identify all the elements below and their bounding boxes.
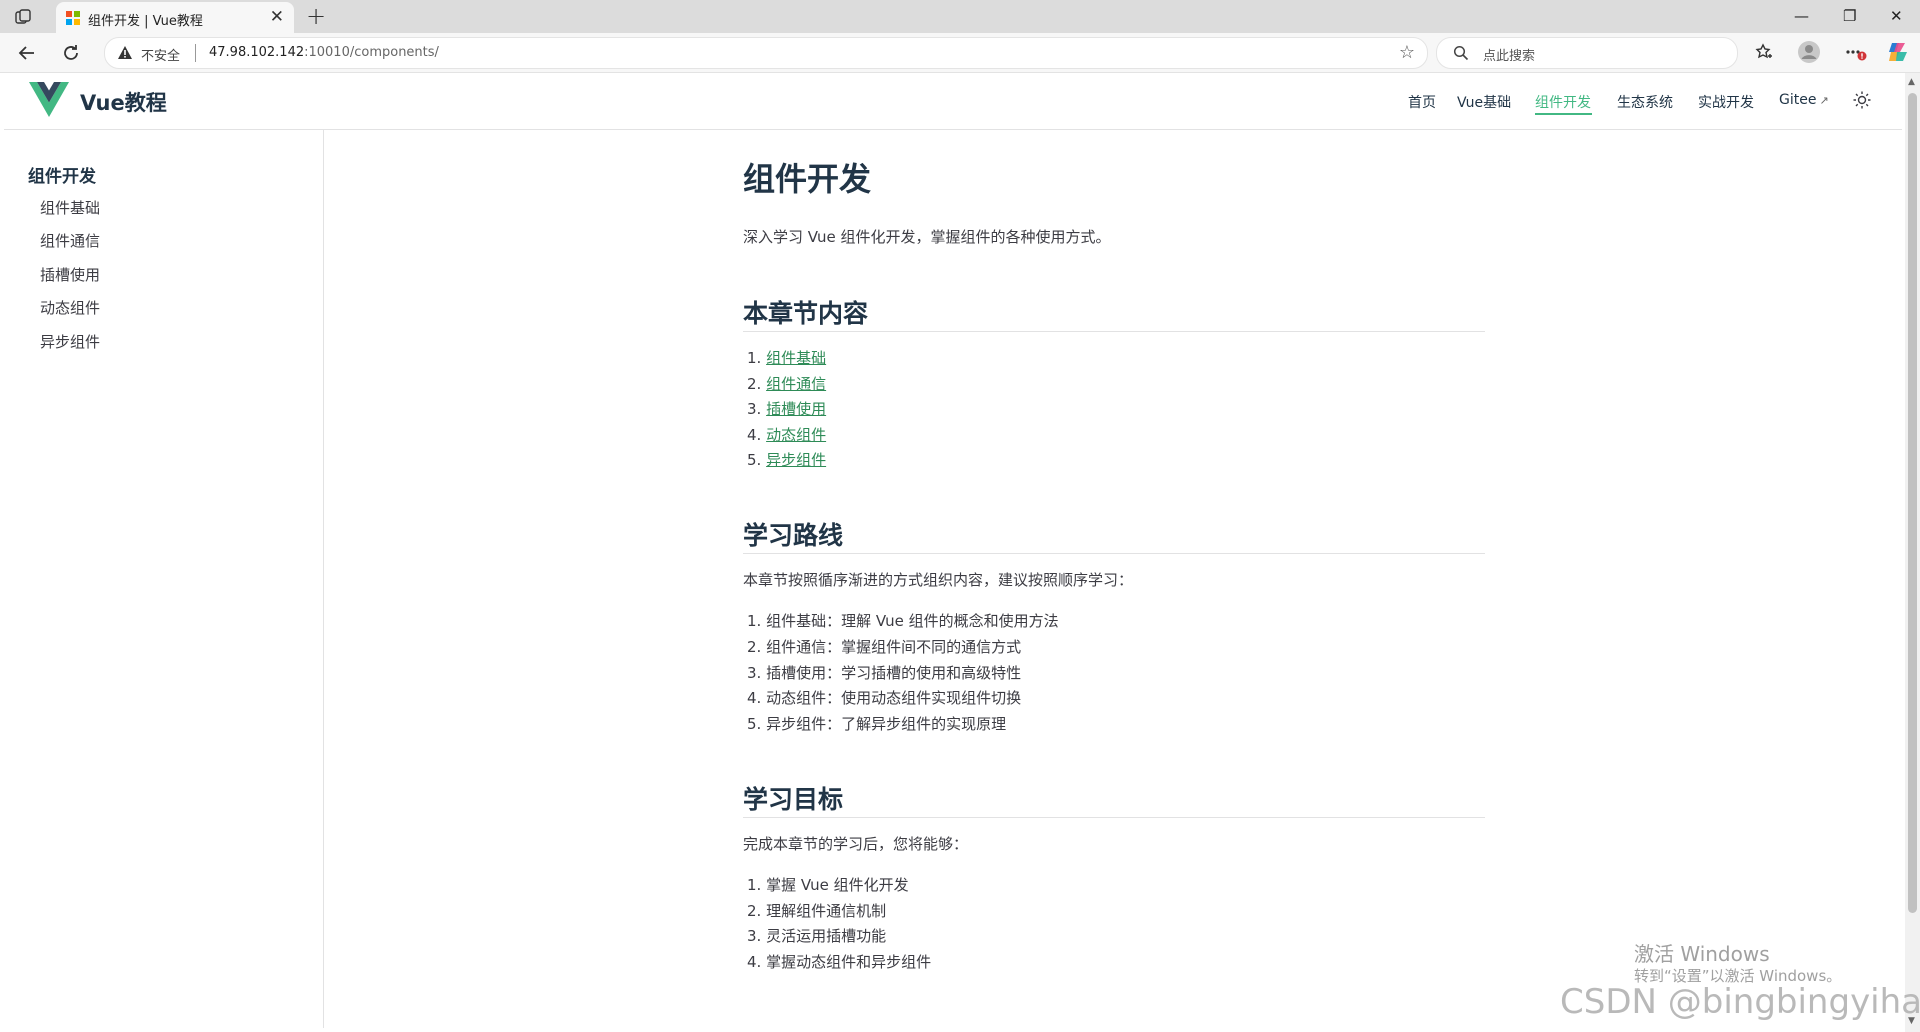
list-item: 4. 掌握动态组件和异步组件 <box>747 953 932 971</box>
nav-ecosystem[interactable]: 生态系统 <box>1617 92 1673 112</box>
site-brand[interactable]: Vue教程 <box>80 87 167 117</box>
scroll-up-arrow-icon[interactable]: ▲ <box>1908 77 1915 87</box>
list-item: 2. 理解组件通信机制 <box>747 902 887 920</box>
favorite-star-icon[interactable]: ☆ <box>1399 42 1415 63</box>
list-item-text: 异步组件：了解异步组件的实现原理 <box>766 715 1007 733</box>
chapter-link-dynamic-components[interactable]: 动态组件 <box>766 426 826 444</box>
list-item: 1. 掌握 Vue 组件化开发 <box>747 876 909 894</box>
warning-icon[interactable] <box>117 45 133 61</box>
web-page: Vue教程 首页 Vue基础 组件开发 生态系统 实战开发 Gitee ↗ 组件开… <box>4 73 1902 1028</box>
list-item-text: 灵活运用插槽功能 <box>766 927 887 945</box>
page-intro: 深入学习 Vue 组件化开发，掌握组件的各种使用方式。 <box>743 228 1111 246</box>
browser-tab-bar: 组件开发 | Vue教程 ✕ + — ❐ ✕ <box>0 0 1920 33</box>
list-item: 1. 组件基础：理解 Vue 组件的概念和使用方法 <box>747 612 1059 630</box>
sidebar-item-async-components[interactable]: 异步组件 <box>40 331 100 352</box>
chapter-link-component-basics[interactable]: 组件基础 <box>766 349 826 367</box>
list-item: 1. 组件基础 <box>747 349 827 367</box>
list-item-text: 组件基础：理解 Vue 组件的概念和使用方法 <box>766 612 1059 630</box>
theme-toggle-sun-icon[interactable] <box>1852 90 1872 110</box>
list-item: 5. 异步组件 <box>747 451 827 469</box>
divider <box>195 44 196 62</box>
section-divider <box>743 553 1485 554</box>
sidebar-item-component-communication[interactable]: 组件通信 <box>40 230 100 251</box>
tab-title: 组件开发 | Vue教程 <box>88 14 203 29</box>
nav-vue-basics[interactable]: Vue基础 <box>1457 92 1511 112</box>
browser-tab-active[interactable]: 组件开发 | Vue教程 ✕ <box>56 2 294 33</box>
list-item: 2. 组件通信：掌握组件间不同的通信方式 <box>747 638 1022 656</box>
list-item: 3. 插槽使用 <box>747 400 827 418</box>
windows-activation-title: 激活 Windows <box>1634 942 1770 966</box>
chapter-link-component-communication[interactable]: 组件通信 <box>766 375 826 393</box>
page-title: 组件开发 <box>743 160 872 198</box>
sidebar-item-slots[interactable]: 插槽使用 <box>40 264 100 285</box>
restore-button[interactable]: ❐ <box>1843 6 1856 26</box>
page-scrollbar[interactable]: ▲ ▼ <box>1905 73 1920 1032</box>
section-divider <box>743 331 1485 332</box>
section-heading-learning-path: 学习路线 <box>743 521 844 550</box>
address-bar[interactable]: 不安全 47.98.102.142:10010/components/ ☆ <box>104 37 1428 69</box>
nav-active-indicator <box>1535 113 1592 115</box>
csdn-watermark: CSDN @bingbingyihao <box>1560 982 1920 1022</box>
sidebar-item-component-basics[interactable]: 组件基础 <box>40 197 100 218</box>
nav-gitee-label: Gitee <box>1779 92 1817 108</box>
chapter-link-slots[interactable]: 插槽使用 <box>766 400 826 418</box>
sidebar-item-dynamic-components[interactable]: 动态组件 <box>40 297 100 318</box>
section-intro: 完成本章节的学习后，您将能够： <box>743 835 969 853</box>
reload-icon[interactable] <box>60 42 82 64</box>
collections-icon[interactable] <box>1751 40 1775 64</box>
section-intro: 本章节按照循序渐进的方式组织内容，建议按照顺序学习： <box>743 571 1134 589</box>
browser-toolbar: 不安全 47.98.102.142:10010/components/ ☆ 点此… <box>0 33 1920 73</box>
list-item: 5. 异步组件：了解异步组件的实现原理 <box>747 715 1007 733</box>
back-arrow-icon[interactable] <box>16 42 38 64</box>
search-placeholder: 点此搜索 <box>1483 49 1536 64</box>
section-divider <box>743 817 1485 818</box>
browser-search-box[interactable]: 点此搜索 <box>1436 37 1738 69</box>
nav-home[interactable]: 首页 <box>1408 92 1436 112</box>
security-label[interactable]: 不安全 <box>141 45 180 64</box>
section-heading-learning-goals: 学习目标 <box>743 785 844 814</box>
new-tab-button[interactable]: + <box>306 3 326 29</box>
list-item-text: 理解组件通信机制 <box>766 902 887 920</box>
external-link-icon: ↗ <box>1819 94 1829 107</box>
list-item-text: 组件通信：掌握组件间不同的通信方式 <box>766 638 1022 656</box>
nav-gitee[interactable]: Gitee ↗ <box>1779 92 1829 108</box>
minimize-button[interactable]: — <box>1794 6 1809 26</box>
list-item-text: 插槽使用：学习插槽的使用和高级特性 <box>766 664 1022 682</box>
nav-components[interactable]: 组件开发 <box>1535 92 1591 112</box>
list-item: 2. 组件通信 <box>747 375 827 393</box>
sidebar-title[interactable]: 组件开发 <box>28 162 96 187</box>
search-icon <box>1453 45 1469 61</box>
sidebar: 组件开发 组件基础 组件通信 插槽使用 动态组件 异步组件 <box>4 130 324 1028</box>
list-item: 4. 动态组件：使用动态组件实现组件切换 <box>747 689 1022 707</box>
list-item-text: 动态组件：使用动态组件实现组件切换 <box>766 689 1022 707</box>
url-path: :10010/components/ <box>304 45 439 60</box>
list-item: 3. 灵活运用插槽功能 <box>747 927 887 945</box>
profile-avatar-icon[interactable] <box>1797 40 1821 64</box>
list-item: 3. 插槽使用：学习插槽的使用和高级特性 <box>747 664 1022 682</box>
section-heading-contents: 本章节内容 <box>743 299 869 328</box>
close-window-button[interactable]: ✕ <box>1890 6 1903 26</box>
workspaces-icon[interactable] <box>14 8 32 26</box>
tab-close-icon[interactable]: ✕ <box>270 7 284 27</box>
copilot-icon[interactable] <box>1886 40 1910 64</box>
site-navbar: Vue教程 首页 Vue基础 组件开发 生态系统 实战开发 Gitee ↗ <box>4 73 1902 130</box>
nav-practice[interactable]: 实战开发 <box>1698 92 1754 112</box>
list-item-text: 掌握动态组件和异步组件 <box>766 953 932 971</box>
site-favicon-icon <box>66 11 80 25</box>
scrollbar-thumb[interactable] <box>1908 93 1917 913</box>
vue-logo-icon[interactable] <box>29 82 69 118</box>
list-item: 4. 动态组件 <box>747 426 827 444</box>
url-host: 47.98.102.142 <box>209 45 305 60</box>
url-text[interactable]: 47.98.102.142:10010/components/ <box>209 45 439 60</box>
chapter-link-async-components[interactable]: 异步组件 <box>766 451 826 469</box>
list-item-text: 掌握 Vue 组件化开发 <box>766 876 909 894</box>
more-menu-icon[interactable] <box>1843 40 1867 64</box>
